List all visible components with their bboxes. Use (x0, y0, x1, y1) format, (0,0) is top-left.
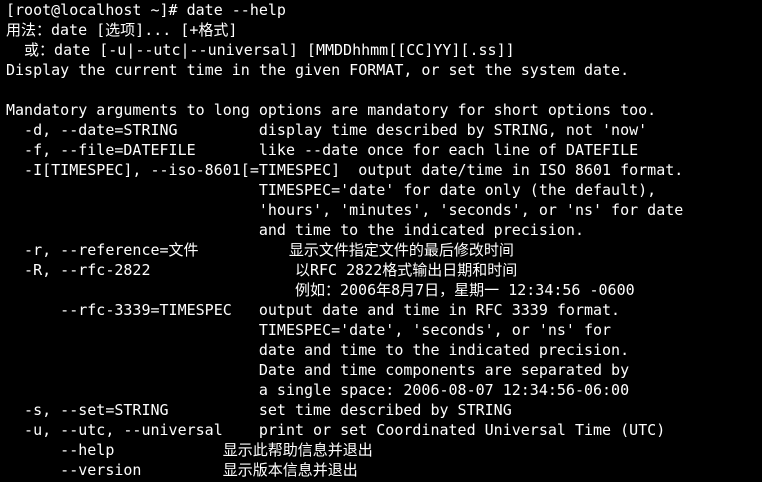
usage-line: 用法：date [选项]... [+格式] (6, 21, 238, 39)
option-rfc-3339-desc-line: date and time to the indicated precision… (6, 341, 630, 359)
option-help-line: --help 显示此帮助信息并退出 (6, 441, 373, 459)
option-iso-8601-desc-line: and time to the indicated precision. (6, 221, 584, 239)
option-version-line: --version 显示版本信息并退出 (6, 461, 358, 479)
option-set-line: -s, --set=STRING set time described by S… (6, 401, 512, 419)
option-file-line: -f, --file=DATEFILE like --date once for… (6, 141, 639, 159)
option-reference-line: -r, --reference=文件 显示文件指定文件的最后修改时间 (6, 241, 514, 259)
mandatory-args-line: Mandatory arguments to long options are … (6, 101, 657, 119)
option-iso-8601-desc-line: TIMESPEC='date' for date only (the defau… (6, 181, 657, 199)
description-line: Display the current time in the given FO… (6, 61, 630, 79)
option-rfc-3339-line: --rfc-3339=TIMESPEC output date and time… (6, 301, 621, 319)
option-rfc-3339-desc-line: TIMESPEC='date', 'seconds', or 'ns' for (6, 321, 612, 339)
option-rfc-3339-desc-line: Date and time components are separated b… (6, 361, 630, 379)
usage-alt-line: 或：date [-u|--utc|--universal] [MMDDhhmm[… (6, 41, 515, 59)
option-utc-line: -u, --utc, --universal print or set Coor… (6, 421, 666, 439)
option-iso-8601-line: -I[TIMESPEC], --iso-8601[=TIMESPEC] outp… (6, 161, 684, 179)
option-rfc-3339-desc-line: a single space: 2006-08-07 12:34:56-06:0… (6, 381, 630, 399)
option-rfc-2822-line: -R, --rfc-2822 以RFC 2822格式输出日期和时间 (6, 261, 518, 279)
prompt-command-line: [root@localhost ~]# date --help (6, 1, 286, 19)
option-date-line: -d, --date=STRING display time described… (6, 121, 648, 139)
terminal-window[interactable]: [root@localhost ~]# date --help 用法：date … (0, 0, 762, 482)
option-iso-8601-desc-line: 'hours', 'minutes', 'seconds', or 'ns' f… (6, 201, 684, 219)
option-rfc-2822-example-line: 例如：2006年8月7日，星期一 12:34:56 -0600 (6, 281, 635, 299)
